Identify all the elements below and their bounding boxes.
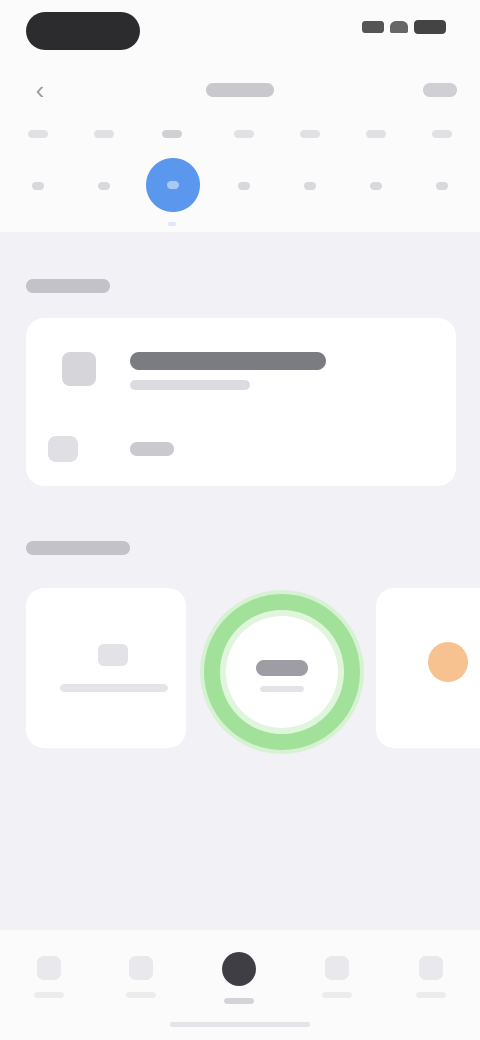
orange-circle-icon: [428, 642, 468, 682]
tab-label: [224, 998, 254, 1004]
tile-label: [60, 684, 168, 692]
day-number: [294, 170, 326, 202]
card-title: [130, 352, 326, 370]
signal-icon: [362, 21, 384, 33]
day-of-week: [28, 130, 48, 138]
summary-card[interactable]: [26, 318, 456, 486]
tab-5[interactable]: [396, 946, 466, 1016]
card-value: [130, 442, 174, 456]
day-number-selected: [146, 158, 200, 212]
week-day-5[interactable]: [278, 118, 342, 228]
chevron-left-icon: ‹: [35, 75, 45, 105]
tab-4[interactable]: [302, 946, 372, 1016]
day-of-week: [162, 130, 182, 138]
dynamic-island: [26, 12, 140, 50]
day-number: [228, 170, 260, 202]
nav-action-label: [423, 83, 457, 97]
week-day-6[interactable]: [344, 118, 408, 228]
up-arrow-icon: [98, 644, 128, 666]
week-day-4[interactable]: [212, 118, 276, 228]
progress-ring[interactable]: [204, 594, 360, 750]
day-of-week: [300, 130, 320, 138]
day-number: [426, 170, 458, 202]
section-heading-1: [26, 276, 110, 296]
app-screen: ‹: [0, 0, 480, 1040]
day-number: [360, 170, 392, 202]
week-day-3-selected[interactable]: [140, 118, 204, 228]
metric-tile-3[interactable]: [376, 588, 480, 748]
page-title: [150, 76, 330, 104]
section-heading-text: [26, 541, 130, 555]
section-heading-2: [26, 538, 130, 558]
card-subtitle: [130, 380, 250, 390]
home-indicator[interactable]: [170, 1022, 310, 1027]
section-heading-text: [26, 279, 110, 293]
tab-2-icon: [129, 956, 153, 980]
activity-icon: [62, 352, 96, 386]
day-of-week: [234, 130, 254, 138]
selected-indicator: [168, 222, 176, 226]
day-of-week: [432, 130, 452, 138]
tab-3-icon: [222, 952, 256, 986]
header-area: ‹: [0, 0, 480, 232]
tab-5-icon: [419, 956, 443, 980]
page-title-text: [206, 83, 274, 97]
ring-value: [256, 660, 308, 676]
tab-1[interactable]: [14, 946, 84, 1016]
week-day-1[interactable]: [6, 118, 70, 228]
tab-3-active[interactable]: [204, 946, 274, 1016]
battery-icon: [414, 20, 446, 34]
back-button[interactable]: ‹: [26, 76, 54, 104]
tab-label: [34, 992, 64, 998]
tab-1-icon: [37, 956, 61, 980]
tab-label: [126, 992, 156, 998]
day-number: [88, 170, 120, 202]
day-of-week: [366, 130, 386, 138]
status-indicators: [362, 20, 446, 34]
week-strip: [0, 118, 480, 228]
tab-2[interactable]: [106, 946, 176, 1016]
tab-label: [416, 992, 446, 998]
nav-bar: ‹: [0, 62, 480, 118]
day-number: [22, 170, 54, 202]
week-day-2[interactable]: [72, 118, 136, 228]
tab-4-icon: [325, 956, 349, 980]
wifi-icon: [390, 21, 408, 33]
bar-icon: [48, 436, 78, 462]
nav-action-button[interactable]: [418, 76, 462, 104]
ring-subtitle: [260, 686, 304, 692]
metric-tile-1[interactable]: [26, 588, 186, 748]
week-day-7[interactable]: [410, 118, 474, 228]
day-of-week: [94, 130, 114, 138]
status-bar: [0, 0, 480, 62]
tab-label: [322, 992, 352, 998]
